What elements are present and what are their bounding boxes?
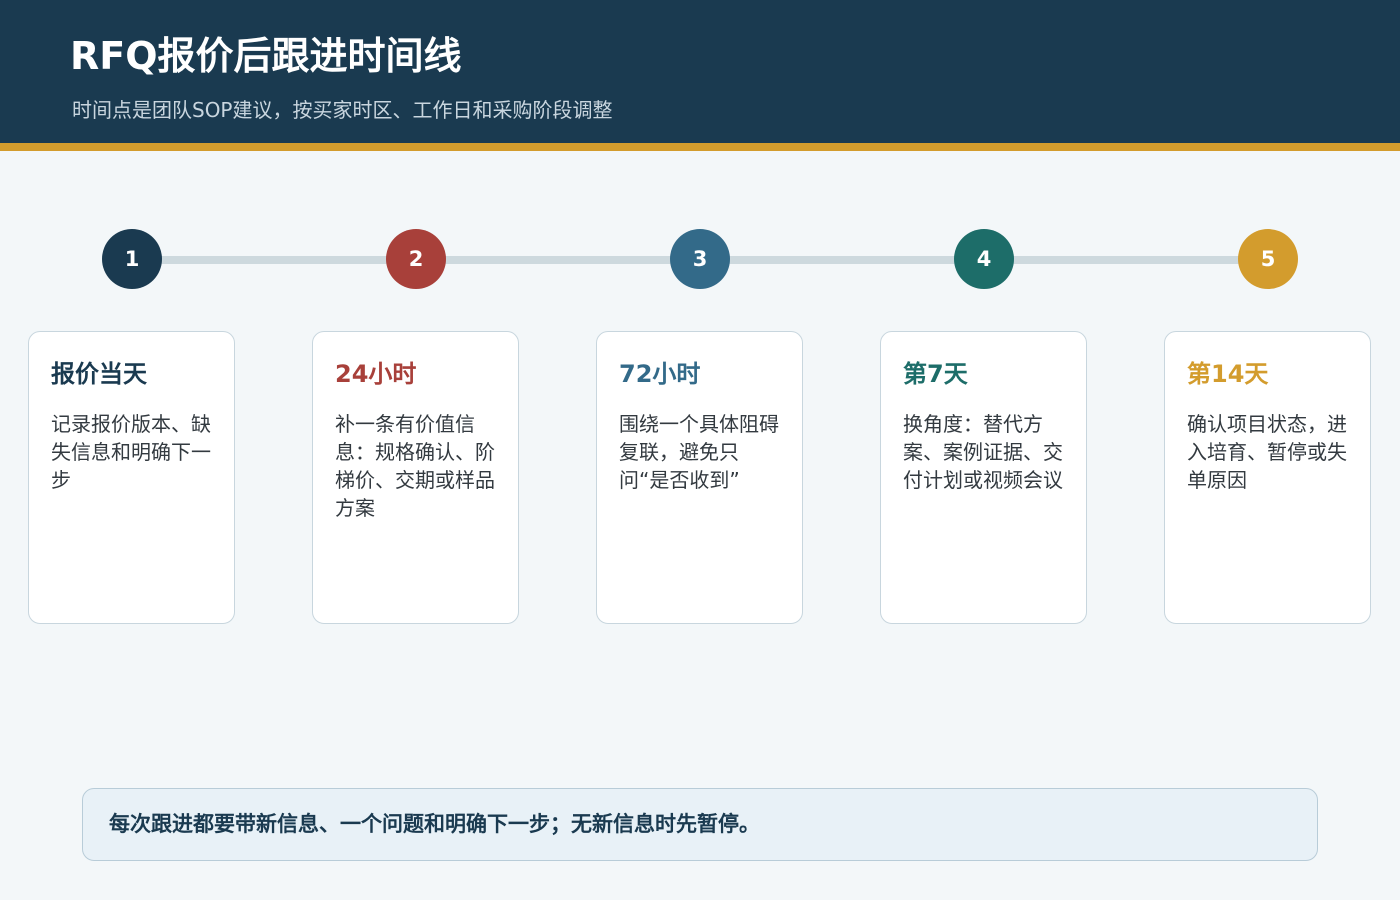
- step-4-card: 第7天 换角度：替代方案、案例证据、交付计划或视频会议: [880, 331, 1087, 624]
- step-3-marker: 3: [670, 229, 730, 289]
- step-4-description: 换角度：替代方案、案例证据、交付计划或视频会议: [903, 412, 1063, 492]
- header-accent-bar: [0, 143, 1400, 151]
- step-5-title: 第14天: [1187, 360, 1269, 388]
- step-1-title: 报价当天: [51, 360, 147, 388]
- step-2-marker: 2: [386, 229, 446, 289]
- step-2-description: 补一条有价值信息：规格确认、阶梯价、交期或样品方案: [335, 412, 495, 520]
- step-5-description: 确认项目状态，进入培育、暂停或失单原因: [1187, 412, 1347, 492]
- step-2-card: 24小时 补一条有价值信息：规格确认、阶梯价、交期或样品方案: [312, 331, 519, 624]
- step-1-card: 报价当天 记录报价版本、缺失信息和明确下一步: [28, 331, 235, 624]
- step-3-description: 围绕一个具体阻碍复联，避免只问“是否收到”: [619, 412, 779, 492]
- step-1-description: 记录报价版本、缺失信息和明确下一步: [51, 412, 211, 492]
- step-4-marker: 4: [954, 229, 1014, 289]
- page-subtitle: 时间点是团队SOP建议，按买家时区、工作日和采购阶段调整: [72, 98, 613, 122]
- step-4-title: 第7天: [903, 360, 968, 388]
- step-2-title: 24小时: [335, 360, 417, 388]
- step-5-card: 第14天 确认项目状态，进入培育、暂停或失单原因: [1164, 331, 1371, 624]
- page-header: RFQ报价后跟进时间线 时间点是团队SOP建议，按买家时区、工作日和采购阶段调整: [0, 0, 1400, 143]
- page-title: RFQ报价后跟进时间线: [70, 34, 462, 78]
- step-3-title: 72小时: [619, 360, 701, 388]
- step-3-card: 72小时 围绕一个具体阻碍复联，避免只问“是否收到”: [596, 331, 803, 624]
- follow-up-rule-text: 每次跟进都要带新信息、一个问题和明确下一步；无新信息时先暂停。: [109, 812, 760, 836]
- step-1-marker: 1: [102, 229, 162, 289]
- timeline-page: RFQ报价后跟进时间线 时间点是团队SOP建议，按买家时区、工作日和采购阶段调整…: [0, 0, 1400, 900]
- step-5-marker: 5: [1238, 229, 1298, 289]
- follow-up-rule-note: 每次跟进都要带新信息、一个问题和明确下一步；无新信息时先暂停。: [82, 788, 1318, 861]
